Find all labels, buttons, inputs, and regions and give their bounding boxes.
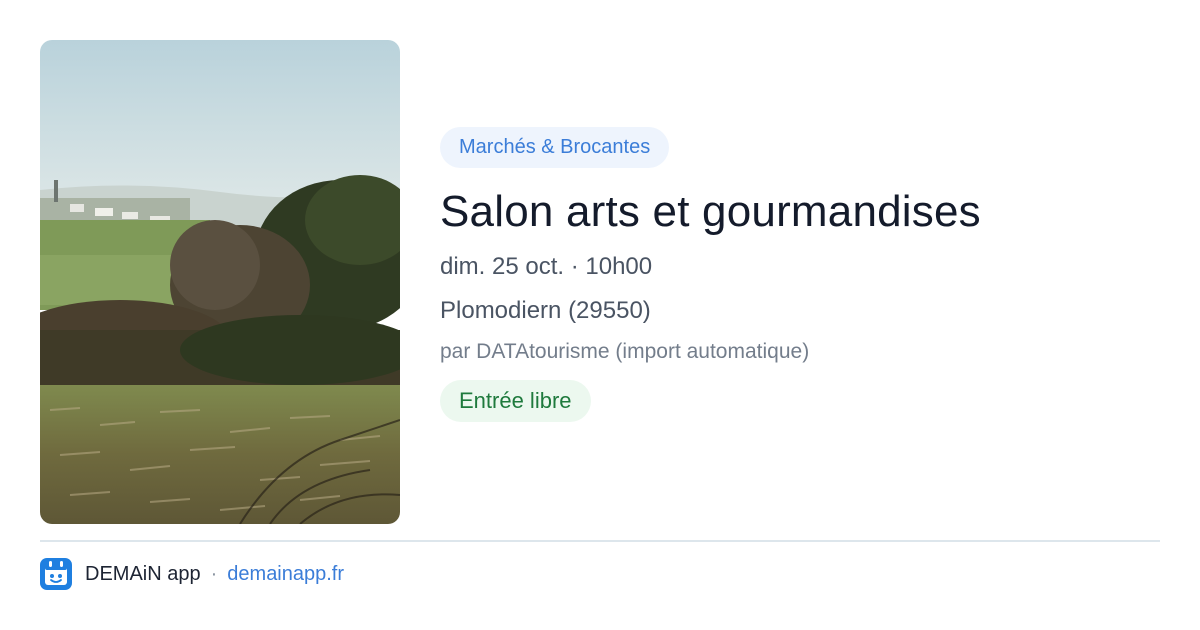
event-share-card: Marchés & Brocantes Salon arts et gourma… (0, 0, 1200, 630)
category-badge[interactable]: Marchés & Brocantes (440, 127, 670, 168)
event-details: Marchés & Brocantes Salon arts et gourma… (440, 127, 1160, 422)
event-photo (40, 40, 400, 524)
app-name: DEMAiN app (85, 562, 201, 585)
domain-link[interactable]: demainapp.fr (227, 563, 344, 586)
footer: DEMAiN app · demainapp.fr (40, 558, 344, 590)
event-title: Salon arts et gourmandises (440, 187, 981, 236)
price-badge: Entrée libre (440, 380, 591, 422)
footer-divider (40, 540, 1160, 542)
demain-app-logo-icon (40, 558, 72, 590)
footer-separator: · (210, 562, 218, 585)
event-source: par DATAtourisme (import automatique) (440, 340, 810, 363)
event-location: Plomodiern (29550) (440, 297, 651, 324)
event-datetime: dim. 25 oct. · 10h00 (440, 253, 653, 280)
